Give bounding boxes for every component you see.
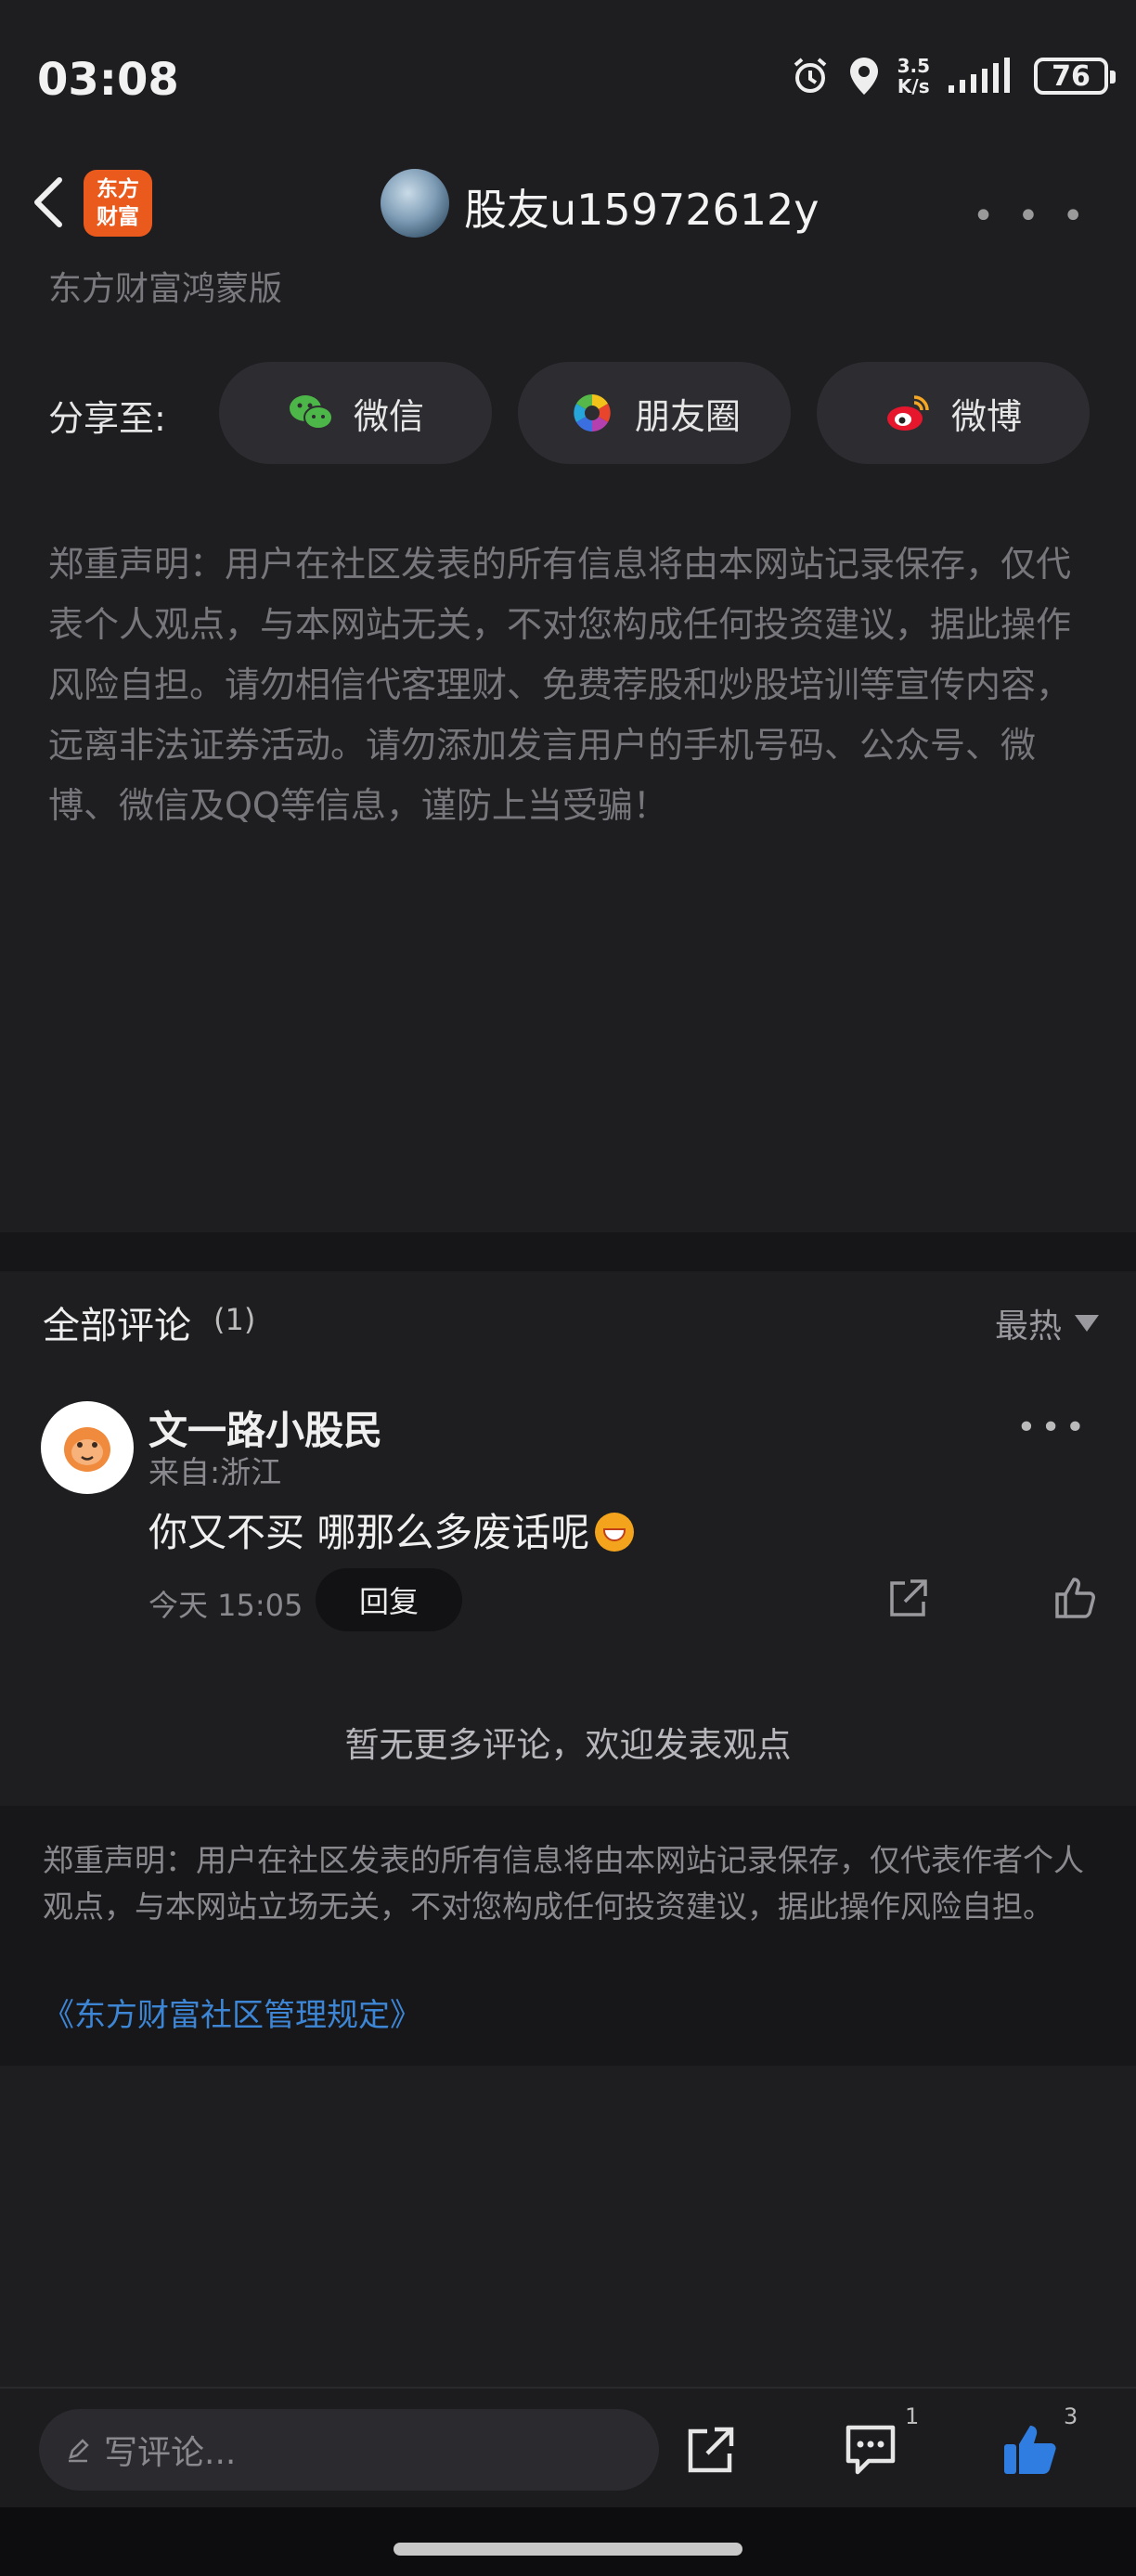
comment-input[interactable]: 写评论... <box>39 2409 659 2491</box>
section-divider <box>0 1232 1136 1271</box>
alarm-icon <box>794 58 826 93</box>
share-moments-button[interactable]: 朋友圈 <box>518 362 791 464</box>
page-title[interactable]: 股友u15972612y <box>464 176 820 238</box>
comment-text: 你又不买 哪那么多废话呢 <box>148 1501 635 1558</box>
community-rules-link[interactable]: 《东方财富社区管理规定》 <box>43 1990 421 2035</box>
weibo-icon <box>886 395 929 431</box>
author-avatar[interactable] <box>381 169 449 238</box>
home-indicator[interactable] <box>394 2543 742 2556</box>
laughing-emoji-icon <box>595 1513 635 1552</box>
comment-icon[interactable] <box>843 2422 898 2476</box>
moments-icon <box>574 394 611 431</box>
reply-button[interactable]: 回复 <box>316 1568 462 1631</box>
gesture-bar-area <box>0 2507 1136 2576</box>
signal-icon <box>949 58 1010 93</box>
wechat-icon <box>289 395 333 430</box>
pencil-icon <box>69 2439 89 2463</box>
disclaimer-top: 郑重声明：用户在社区发表的所有信息将由本网站记录保存，仅代表个人观点，与本网站无… <box>48 544 1072 826</box>
sort-label: 最热 <box>994 1307 1062 1346</box>
comment-time: 今天 15:05 <box>148 1588 303 1623</box>
chevron-down-icon <box>1075 1315 1099 1332</box>
cartoon-avatar-icon <box>64 1427 110 1472</box>
sort-dropdown[interactable]: 最热 <box>995 1299 1099 1347</box>
share-moments-label: 朋友圈 <box>634 395 741 437</box>
like-icon[interactable] <box>1000 2420 1058 2478</box>
app-version-label: 东方财富鸿蒙版 <box>48 270 283 308</box>
network-speed: 3.5 K/s <box>897 55 930 97</box>
battery-indicator: 76 <box>1034 58 1116 95</box>
commenter-avatar[interactable] <box>41 1401 134 1494</box>
status-time: 03:08 <box>37 54 179 106</box>
back-icon[interactable] <box>26 174 72 230</box>
status-icons: 3.5 K/s 76 <box>790 55 1116 97</box>
share-icon[interactable] <box>685 2424 737 2476</box>
share-wechat-label: 微信 <box>353 395 424 437</box>
comment-more-icon[interactable]: ••• <box>1016 1409 1090 1447</box>
location-icon <box>849 58 878 95</box>
more-options-icon[interactable]: • • • <box>973 195 1090 238</box>
like-count-badge: 3 <box>1064 2403 1078 2429</box>
app-logo[interactable]: 东方 财富 <box>84 170 152 237</box>
comments-count: (1) <box>213 1302 256 1337</box>
footer-disclaimer: 郑重声明：用户在社区发表的所有信息将由本网站记录保存，仅代表作者个人观点，与本网… <box>43 1842 1084 1925</box>
share-wechat-button[interactable]: 微信 <box>219 362 492 464</box>
commenter-location: 来自:浙江 <box>148 1454 282 1490</box>
share-weibo-label: 微博 <box>950 395 1022 437</box>
comment-like-icon[interactable] <box>1053 1576 1098 1620</box>
share-weibo-button[interactable]: 微博 <box>817 362 1090 464</box>
share-label: 分享至: <box>48 398 166 439</box>
comment-input-placeholder: 写评论... <box>104 2434 237 2472</box>
comments-title: 全部评论 <box>43 1305 191 1347</box>
comment-share-icon[interactable] <box>886 1578 929 1620</box>
no-more-comments: 暂无更多评论，欢迎发表观点 <box>344 1725 792 1765</box>
comment-count-badge: 1 <box>905 2403 920 2429</box>
